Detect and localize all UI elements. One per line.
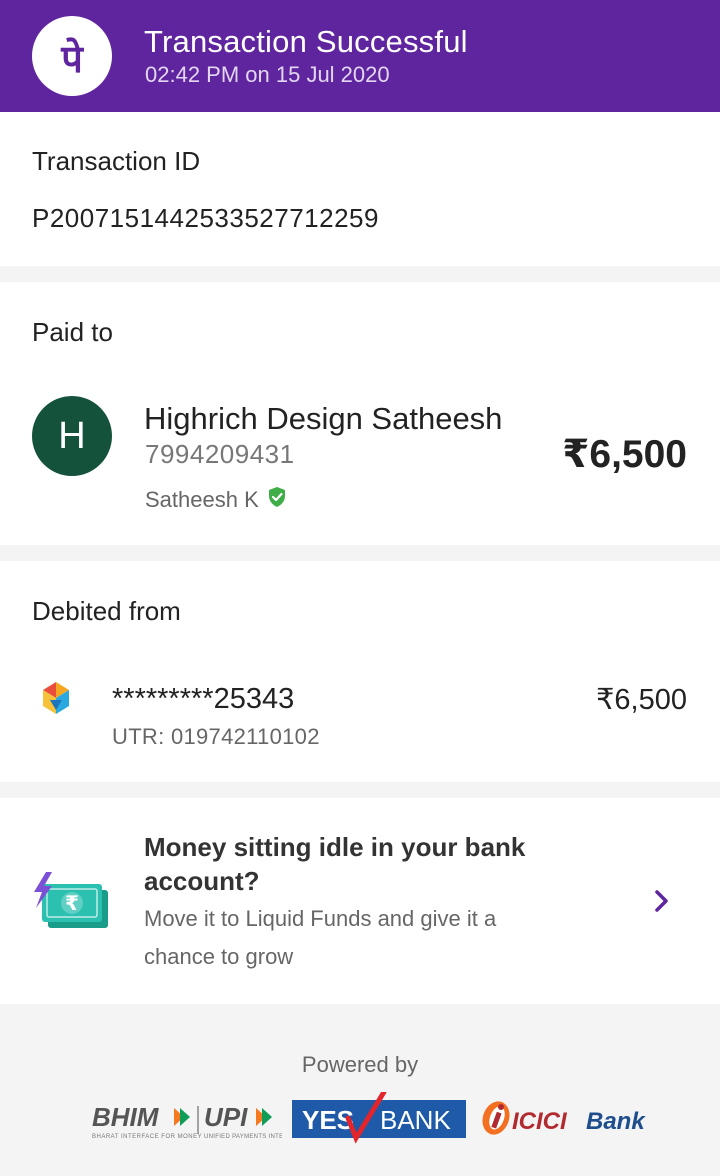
debit-amount: ₹6,500 — [595, 684, 687, 716]
svg-text:BHARAT INTERFACE FOR MONEY: BHARAT INTERFACE FOR MONEY — [92, 1134, 202, 1140]
transaction-timestamp: 02:42 PM on 15 Jul 2020 — [145, 62, 390, 87]
payee-verified-name-row: Satheesh K — [145, 486, 287, 514]
money-lightning-icon: ₹ — [32, 872, 110, 930]
transaction-id-card: Transaction ID P2007151442533527712259 — [0, 112, 720, 266]
promo-title: Money sitting idle in your bank account? — [144, 832, 526, 896]
partner-logos: BHIM UPI BHARAT INTERFACE FOR MONEY UNIF… — [0, 1089, 720, 1150]
svg-text:UNIFIED PAYMENTS INTERFACE: UNIFIED PAYMENTS INTERFACE — [204, 1134, 282, 1140]
utr-number[interactable]: UTR: 019742110102 — [112, 724, 320, 750]
bhim-upi-logo: BHIM UPI BHARAT INTERFACE FOR MONEY UNIF… — [92, 1098, 305, 1142]
paid-amount: ₹6,500 — [562, 433, 687, 476]
account-number: *********25343 — [112, 683, 295, 715]
bank-logo-icon — [36, 680, 76, 720]
page-title: Transaction Successful — [144, 24, 468, 59]
svg-text:Bank: Bank — [586, 1108, 646, 1135]
svg-text:ICICI: ICICI — [512, 1108, 568, 1135]
header-bar: पे Transaction Successful 02:42 PM on 15… — [0, 0, 720, 112]
chevron-right-icon[interactable] — [650, 886, 674, 916]
svg-text:BHIM: BHIM — [92, 1102, 160, 1132]
payee-phone: 7994209431 — [145, 439, 295, 469]
powered-by-label: Powered by — [301, 1052, 419, 1077]
transaction-id-value[interactable]: P2007151442533527712259 — [32, 203, 379, 234]
verified-shield-icon — [267, 486, 287, 514]
svg-text:BANK: BANK — [380, 1105, 451, 1135]
svg-text:UPI: UPI — [204, 1102, 248, 1132]
payee-name: Highrich Design Satheesh — [144, 401, 503, 436]
phonepe-logo-glyph: पे — [60, 37, 84, 81]
debited-from-label: Debited from — [32, 596, 181, 626]
phonepe-logo: पे — [32, 16, 112, 96]
svg-text:पे: पे — [60, 37, 84, 81]
transaction-id-label: Transaction ID — [32, 146, 201, 176]
yes-bank-logo: YES BANK — [292, 1089, 466, 1146]
avatar: H — [32, 396, 112, 476]
payee-verified-name: Satheesh K — [145, 487, 259, 512]
svg-text:₹: ₹ — [65, 891, 79, 915]
promo-description: Move it to Liquid Funds and give it a ch… — [144, 906, 497, 969]
paid-to-label: Paid to — [32, 317, 113, 347]
liquid-funds-promo[interactable]: ₹ Money sitting idle in your bank accoun… — [0, 798, 720, 1004]
paid-to-card: Paid to H Highrich Design Satheesh 79942… — [0, 282, 720, 545]
debited-from-card: Debited from *********25343 UTR: 0197421… — [0, 561, 720, 782]
icici-bank-logo: ICICI Bank — [480, 1096, 656, 1140]
